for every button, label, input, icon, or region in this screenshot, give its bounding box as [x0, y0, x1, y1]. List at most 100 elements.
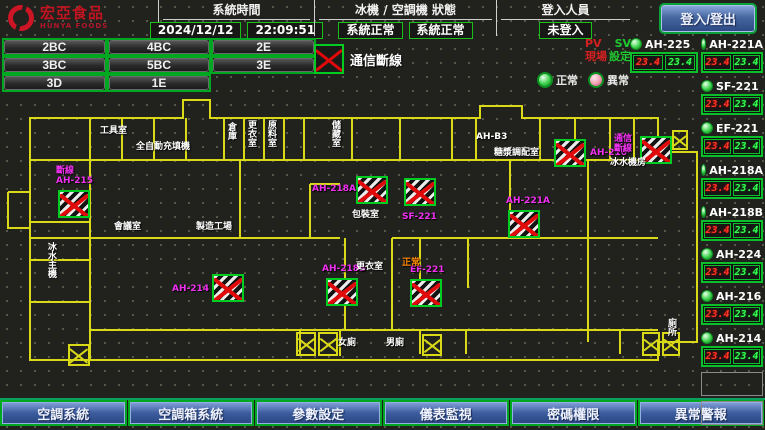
footer-button-1[interactable]: 空調系統	[2, 402, 125, 424]
zone-cell: 3BC	[2, 56, 107, 74]
ahu-unit-label-AH-214: AH-214	[172, 284, 209, 294]
status-led-icon	[701, 332, 713, 344]
normal-led-icon	[537, 72, 553, 88]
led-legend: 正常 異常	[537, 72, 629, 88]
footer-button-3[interactable]: 參數設定	[257, 402, 380, 424]
equipment-label: EF-221	[716, 122, 758, 135]
equipment-name-AH-224[interactable]: AH-224	[701, 246, 763, 262]
status-led-icon	[701, 38, 706, 50]
status-led-icon	[630, 38, 642, 50]
ahu-unit-icon-AH-218B[interactable]	[326, 278, 358, 306]
equipment-row-AH-225: AH-22523.423.4	[630, 36, 698, 73]
logo: 宏亞食品 HUNYA FOODS	[0, 0, 158, 36]
pv-value: 23.4	[704, 223, 731, 238]
equipment-values: 23.423.4	[630, 52, 698, 73]
ahu-unit-label-AH-215: 斷線AH-215	[56, 166, 93, 186]
room-label: 原料室	[266, 120, 276, 147]
room-label: 男廁	[386, 338, 404, 348]
ahu-unit-icon-AH-218A[interactable]	[356, 176, 388, 204]
zone-cell: 4BC	[107, 38, 212, 56]
equipment-label: AH-221A	[709, 38, 763, 51]
footer-nav: 空調系統空調箱系統參數設定儀表監視密碼權限異常警報	[0, 398, 765, 426]
equipment-column-a: AH-22523.423.4	[630, 36, 698, 78]
equipment-name-AH-216[interactable]: AH-216	[701, 288, 763, 304]
stair-symbol	[318, 332, 338, 356]
system-date-value: 2024/12/12	[150, 22, 242, 39]
room-label: 糖漿調配室	[494, 148, 539, 158]
machine-status-group: 冰機 / 空調機 狀態 系統正常 系統正常	[314, 0, 496, 36]
ahu-unit-icon-AH-216[interactable]	[554, 139, 586, 167]
sv-label: SV	[615, 37, 631, 50]
abnormal-label: 異常	[607, 72, 629, 88]
zone-button-4BC[interactable]: 4BC	[109, 40, 210, 54]
equipment-label: AH-216	[716, 290, 761, 303]
equipment-name-AH-221A[interactable]: AH-221A	[701, 36, 763, 52]
equipment-name-AH-225[interactable]: AH-225	[630, 36, 698, 52]
ahu-unit-icon-EF-221[interactable]	[410, 279, 442, 307]
equipment-name-EF-221[interactable]: EF-221	[701, 120, 763, 136]
ahu-unit-icon-SF-221[interactable]	[404, 178, 436, 206]
zone-cell: 5BC	[107, 56, 212, 74]
pv-label: PV	[585, 37, 602, 50]
status-led-icon	[701, 80, 713, 92]
equipment-name-SF-221[interactable]: SF-221	[701, 78, 763, 94]
sv-value: 23.4	[733, 265, 760, 280]
equipment-row-AH-224: AH-22423.423.4	[701, 246, 763, 283]
room-label: 會議室	[114, 222, 141, 232]
equipment-column-b: AH-221A23.423.4SF-22123.423.4EF-22123.42…	[701, 36, 763, 430]
footer-cell: 參數設定	[255, 400, 382, 426]
stair-symbol	[422, 334, 442, 356]
ahu-unit-icon-AH-221A[interactable]	[508, 210, 540, 238]
comm-loss-legend: 通信斷線	[314, 44, 402, 74]
system-time-value: 22:09:51	[247, 22, 323, 39]
pv-value: 23.4	[704, 265, 731, 280]
room-label: 儲藏室	[330, 120, 340, 147]
footer-button-5[interactable]: 密碼權限	[512, 402, 635, 424]
pv-value: 23.4	[704, 181, 731, 196]
room-label: 製造工場	[196, 222, 232, 232]
comm-loss-icon	[314, 44, 344, 74]
pv-value: 23.4	[704, 55, 731, 70]
zone-button-3D[interactable]: 3D	[4, 76, 105, 90]
floorplan-map: 斷線AH-215AH-214AH-218ASF-221AH-218BEF-221…	[0, 92, 700, 398]
pv-cn-label: 現場	[585, 50, 607, 63]
zone-button-5BC[interactable]: 5BC	[109, 58, 210, 72]
equipment-name-AH-218A[interactable]: AH-218A	[701, 162, 763, 178]
header-bar: 宏亞食品 HUNYA FOODS 系統時間 2024/12/12 22:09:5…	[0, 0, 765, 36]
system-time-group: 系統時間 2024/12/12 22:09:51	[158, 0, 314, 36]
ahu-unit-icon-AH-215[interactable]	[58, 190, 90, 218]
equipment-label: AH-225	[645, 38, 690, 51]
zone-cell: 3D	[2, 74, 107, 92]
stair-symbol	[296, 332, 316, 356]
equipment-name-AH-214[interactable]: AH-214	[701, 330, 763, 346]
pv-value: 23.4	[704, 97, 731, 112]
zone-cell: 2E	[211, 38, 316, 56]
equipment-row-AH-218B: AH-218B23.423.4	[701, 204, 763, 241]
stair-symbol	[68, 344, 90, 366]
ahu-unit-label-SF-221: SF-221	[402, 212, 437, 222]
equipment-name-AH-218B[interactable]: AH-218B	[701, 204, 763, 220]
system-time-label: 系統時間	[163, 1, 310, 20]
status-led-icon	[701, 206, 706, 218]
equipment-row-EF-221: EF-22123.423.4	[701, 120, 763, 157]
login-logout-button[interactable]: 登入/登出	[661, 5, 755, 32]
login-label: 登入人員	[501, 1, 630, 20]
zone-button-1E[interactable]: 1E	[109, 76, 210, 90]
zone-button-3E[interactable]: 3E	[213, 58, 314, 72]
equipment-label: AH-214	[716, 332, 761, 345]
status-led-icon	[701, 290, 713, 302]
equipment-label: SF-221	[716, 80, 759, 93]
ahu-unit-icon-AH-214[interactable]	[212, 274, 244, 302]
equipment-row-AH-216: AH-21623.423.4	[701, 288, 763, 325]
zone-button-3BC[interactable]: 3BC	[4, 58, 105, 72]
footer-button-2[interactable]: 空調箱系統	[130, 402, 253, 424]
zone-cell: 1E	[107, 74, 212, 92]
pv-value: 23.4	[704, 349, 731, 364]
room-label: 正常	[402, 258, 420, 268]
equipment-values: 23.423.4	[701, 262, 763, 283]
zone-button-2BC[interactable]: 2BC	[4, 40, 105, 54]
equipment-values: 23.423.4	[701, 346, 763, 367]
footer-button-4[interactable]: 儀表監視	[385, 402, 508, 424]
sv-value: 23.4	[733, 349, 760, 364]
zone-button-2E[interactable]: 2E	[213, 40, 314, 54]
